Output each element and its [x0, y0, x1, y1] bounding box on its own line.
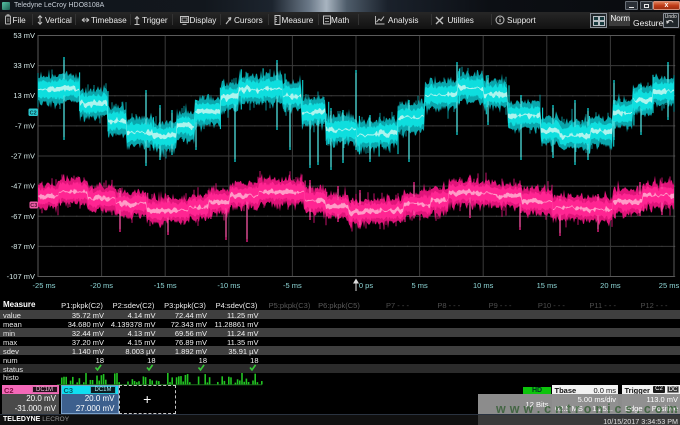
svg-text:0 ps: 0 ps [359, 281, 373, 290]
svg-text:-67 mV: -67 mV [11, 212, 35, 221]
svg-text:-10 ms: -10 ms [217, 281, 240, 290]
svg-text:C2: C2 [30, 111, 37, 117]
svg-text:10 ms: 10 ms [473, 281, 494, 290]
svg-text:33 mV: 33 mV [13, 61, 35, 70]
svg-text:-5 ms: -5 ms [283, 281, 302, 290]
svg-text:C3: C3 [30, 203, 37, 209]
svg-text:-7 mV: -7 mV [15, 121, 35, 130]
svg-text:-107 mV: -107 mV [7, 272, 35, 281]
svg-text:-27 mV: -27 mV [11, 152, 35, 161]
svg-text:5 ms: 5 ms [411, 281, 428, 290]
svg-text:-87 mV: -87 mV [11, 242, 35, 251]
svg-text:-15 ms: -15 ms [154, 281, 177, 290]
svg-text:13 mV: 13 mV [13, 91, 35, 100]
svg-text:-20 ms: -20 ms [90, 281, 113, 290]
svg-text:15 ms: 15 ms [537, 281, 558, 290]
svg-text:53 mV: 53 mV [13, 31, 35, 40]
svg-text:-47 mV: -47 mV [11, 182, 35, 191]
svg-text:-25 ms: -25 ms [33, 281, 56, 290]
svg-text:25 ms: 25 ms [659, 281, 680, 290]
svg-text:20 ms: 20 ms [600, 281, 621, 290]
